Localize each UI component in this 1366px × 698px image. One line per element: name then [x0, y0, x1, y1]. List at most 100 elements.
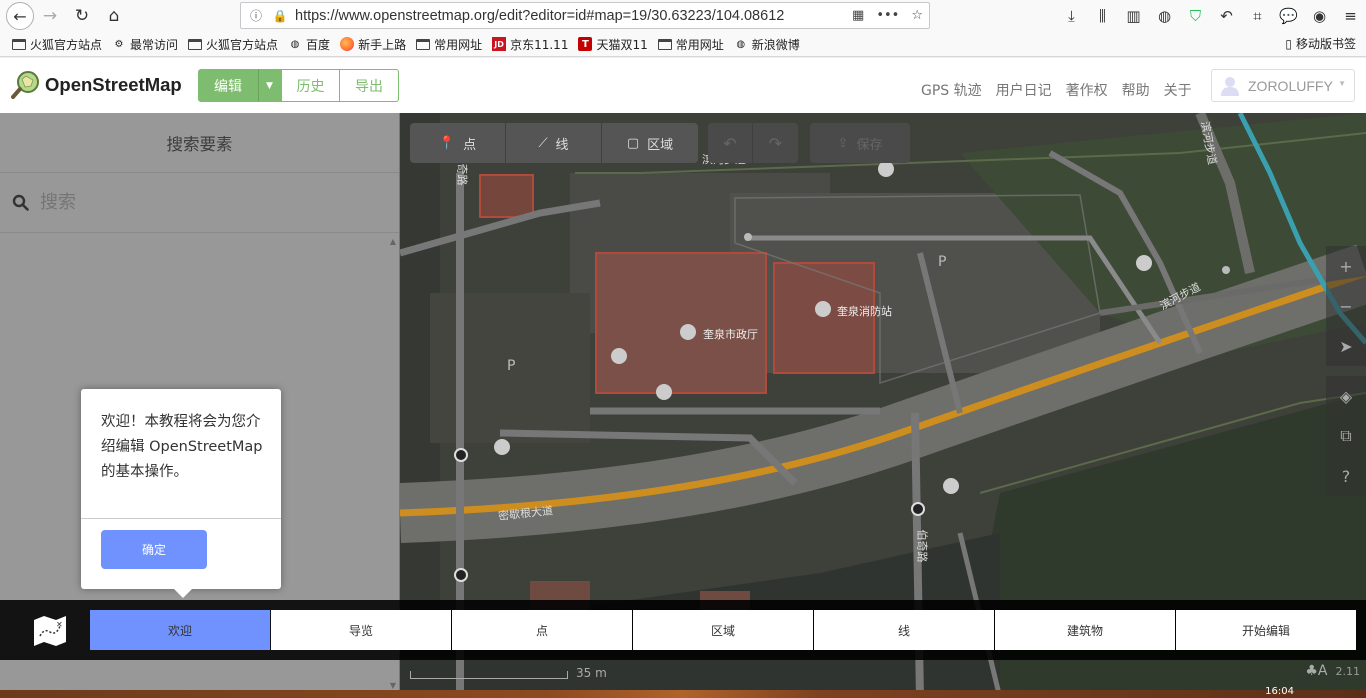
forward-button[interactable]: →	[34, 0, 66, 32]
scroll-up-arrow-icon[interactable]: ▲	[390, 237, 396, 246]
chat-icon[interactable]: 💬	[1273, 0, 1304, 32]
back-button[interactable]: ←	[6, 2, 34, 30]
nav-link-diaries[interactable]: 用户日记	[996, 80, 1052, 100]
download-icon[interactable]: ⤓	[1056, 0, 1087, 32]
search-input[interactable]	[40, 192, 340, 213]
save-label: 保存	[856, 137, 883, 153]
scroll-down-arrow-icon[interactable]: ▼	[390, 681, 396, 690]
folder-icon	[416, 38, 431, 50]
walkthrough-map-icon: ✕	[34, 616, 66, 646]
osm-logo[interactable]: OpenStreetMap	[11, 70, 182, 100]
home-button[interactable]: ⌂	[98, 0, 130, 32]
bookmark-item[interactable]: 火狐官方站点	[184, 33, 284, 55]
add-line-button[interactable]: ⟋ 线	[506, 123, 602, 163]
map-label-city-hall: 奎泉市政厅	[703, 328, 758, 341]
plus-icon: +	[1339, 256, 1353, 276]
tmall-icon: T	[578, 37, 593, 51]
bookmark-star-icon[interactable]: ☆	[911, 8, 923, 23]
popup-text: 欢迎！本教程将会为您介绍编辑 OpenStreetMap 的基本操作。	[81, 389, 281, 519]
edit-button[interactable]: 编辑	[198, 69, 258, 102]
nav-link-copyright[interactable]: 著作权	[1066, 80, 1108, 100]
caret-down-icon: ▼	[1338, 79, 1346, 88]
step-start-editing[interactable]: 开始编辑	[1176, 610, 1356, 650]
add-point-button[interactable]: 📍 点	[410, 123, 506, 163]
step-buildings[interactable]: 建筑物	[995, 610, 1175, 650]
firefox-icon	[340, 37, 355, 51]
bookmark-item[interactable]: ◍ 百度	[284, 33, 336, 55]
page-actions-icon[interactable]: •••	[876, 8, 899, 23]
bookmark-label: 常用网址	[434, 37, 483, 52]
caret-down-icon: ▼	[266, 80, 273, 91]
reload-button[interactable]: ↻	[66, 0, 98, 32]
bookmark-item[interactable]: 火狐官方站点	[8, 33, 108, 55]
bookmarks-bar: 火狐官方站点 ⚙ 最常访问 火狐官方站点 ◍ 百度 新手上路 常用网址 JD 京东11…	[0, 32, 1366, 57]
bookmark-item[interactable]: 常用网址	[412, 33, 488, 55]
menu-icon[interactable]: ≡	[1335, 0, 1366, 32]
undo-arrow-icon[interactable]: ↶	[1211, 0, 1242, 32]
url-text[interactable]: https://www.openstreetmap.org/edit?edito…	[295, 8, 784, 24]
bookmark-item[interactable]: JD 京东11.11	[488, 33, 574, 55]
line-icon: ⟋	[538, 135, 548, 151]
info-icon[interactable]: ⓘ	[247, 7, 265, 24]
qr-code-icon[interactable]: ▦	[852, 8, 864, 23]
redo-button[interactable]: ↷	[753, 123, 798, 163]
address-bar[interactable]: ⓘ 🔒 https://www.openstreetmap.org/edit?e…	[240, 2, 930, 29]
step-areas[interactable]: 区域	[633, 610, 813, 650]
lock-warning-icon[interactable]: 🔒	[271, 9, 289, 23]
crop-icon[interactable]: ⌗	[1242, 0, 1273, 32]
map-data-button[interactable]: ⧉	[1326, 416, 1366, 456]
help-button[interactable]: ?	[1326, 456, 1366, 496]
zoom-out-button[interactable]: −	[1326, 286, 1366, 326]
bookmark-item[interactable]: 常用网址	[654, 33, 730, 55]
map-label-parking: P	[507, 358, 516, 374]
translate-icon[interactable]: ♣A	[1305, 663, 1327, 679]
data-icon: ⧉	[1340, 426, 1352, 445]
globe-icon[interactable]: ◍	[1149, 0, 1180, 32]
library-icon[interactable]: ⫼	[1087, 0, 1118, 32]
zoom-in-button[interactable]: +	[1326, 246, 1366, 286]
locate-button[interactable]: ➤	[1326, 326, 1366, 366]
bookmark-label: 百度	[306, 37, 331, 52]
step-points[interactable]: 点	[452, 610, 632, 650]
welcome-popup: 欢迎！本教程将会为您介绍编辑 OpenStreetMap 的基本操作。 确定	[81, 389, 281, 598]
globe-icon: ◍	[290, 38, 300, 50]
undo-button[interactable]: ↶	[708, 123, 753, 163]
bookmark-item[interactable]: 新手上路	[336, 33, 412, 55]
bookmark-item[interactable]: T 天猫双11	[574, 33, 653, 55]
mobile-bookmarks[interactable]: ▯ 移动版书签	[1285, 35, 1356, 52]
save-button[interactable]: ⇪ 保存	[810, 123, 910, 163]
shield-extension-icon[interactable]: ⛉	[1180, 0, 1211, 32]
magnifier-logo-icon	[11, 71, 39, 99]
mobile-bookmarks-label: 移动版书签	[1295, 37, 1356, 51]
mask-icon[interactable]: ◉	[1304, 0, 1335, 32]
edit-dropdown-button[interactable]: ▼	[258, 69, 281, 102]
gear-icon: ⚙	[114, 38, 124, 50]
bookmark-item[interactable]: ⚙ 最常访问	[108, 33, 184, 55]
nav-link-gps-traces[interactable]: GPS 轨迹	[921, 80, 982, 100]
minus-icon: −	[1339, 296, 1353, 316]
map-controls: + − ➤ ◈ ⧉ ?	[1326, 246, 1366, 496]
bookmark-item[interactable]: ◍ 新浪微博	[730, 33, 806, 55]
step-navigation[interactable]: 导览	[271, 610, 451, 650]
background-layers-button[interactable]: ◈	[1326, 376, 1366, 416]
folder-icon	[188, 38, 203, 50]
history-button[interactable]: 历史	[281, 69, 340, 102]
add-area-button[interactable]: ▢ 区域	[602, 123, 698, 163]
step-lines[interactable]: 线	[814, 610, 994, 650]
ok-button[interactable]: 确定	[101, 530, 207, 569]
mode-button-group: 📍 点 ⟋ 线 ▢ 区域	[410, 123, 698, 163]
folder-icon	[12, 38, 26, 50]
nav-link-help[interactable]: 帮助	[1122, 80, 1150, 100]
layers-icon: ◈	[1339, 386, 1353, 406]
bookmark-label: 最常访问	[130, 37, 179, 52]
step-welcome[interactable]: 欢迎	[90, 610, 270, 650]
nav-link-about[interactable]: 关于	[1164, 80, 1192, 100]
user-menu-button[interactable]: ZOROLUFFY ▼	[1211, 69, 1355, 102]
export-button[interactable]: 导出	[340, 69, 399, 102]
edit-button-group: 编辑 ▼ 历史 导出	[198, 69, 399, 102]
map-label-parking-2: P	[938, 254, 947, 270]
svg-text:✕: ✕	[56, 620, 63, 629]
phone-icon: ▯	[1285, 36, 1292, 51]
folder-icon	[657, 38, 672, 50]
sidebar-icon[interactable]: ▥	[1118, 0, 1149, 32]
